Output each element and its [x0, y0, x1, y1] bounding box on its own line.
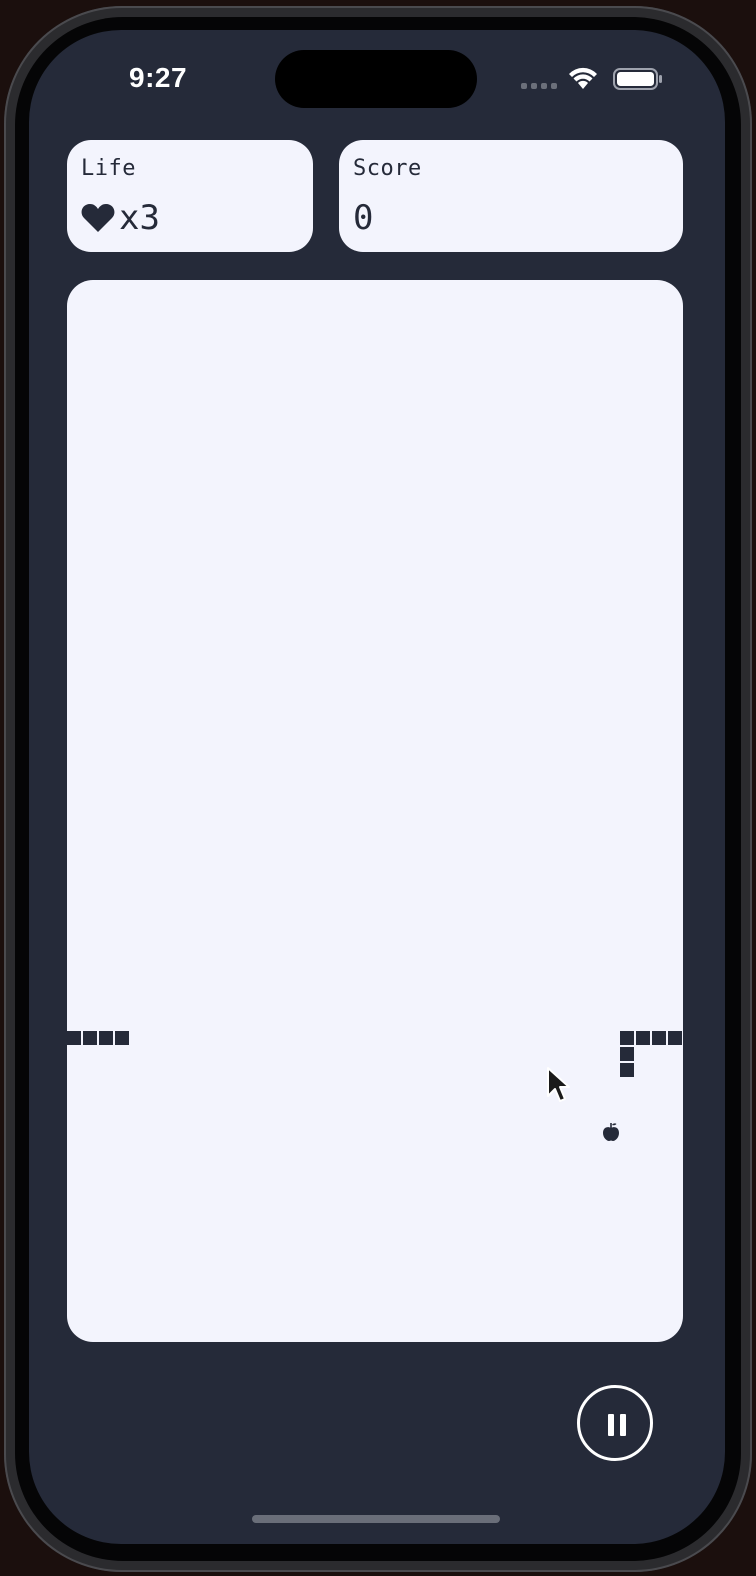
score-card: Score 0: [339, 140, 683, 252]
cellular-signal-icon: [521, 83, 557, 89]
heart-icon: [81, 204, 115, 232]
snake-segment: [115, 1031, 129, 1045]
snake-segment: [83, 1031, 97, 1045]
battery-icon: [613, 68, 662, 90]
snake-segment: [67, 1031, 81, 1045]
home-indicator[interactable]: [252, 1515, 500, 1523]
wifi-icon: [569, 67, 597, 89]
life-value: x3: [81, 198, 160, 238]
snake-segment: [668, 1031, 682, 1045]
snake-segment: [620, 1031, 634, 1045]
life-count: x3: [119, 198, 160, 238]
apple-icon: [603, 1123, 619, 1141]
dynamic-island: [275, 50, 477, 108]
snake-segment: [99, 1031, 113, 1045]
pause-icon: [608, 1414, 626, 1436]
life-card: Life x3: [67, 140, 313, 252]
life-label: Life: [81, 156, 136, 181]
pause-button[interactable]: [577, 1385, 653, 1461]
snake-segment: [620, 1063, 634, 1077]
score-value: 0: [353, 198, 374, 238]
status-time: 9:27: [129, 62, 188, 93]
app-screen: 9:27 Life x3 Score 0: [29, 30, 725, 1544]
snake-segment: [636, 1031, 650, 1045]
snake-segment: [620, 1047, 634, 1061]
score-label: Score: [353, 156, 422, 181]
snake-segment: [652, 1031, 666, 1045]
game-board[interactable]: [67, 280, 683, 1342]
cursor-icon: [547, 1067, 570, 1102]
